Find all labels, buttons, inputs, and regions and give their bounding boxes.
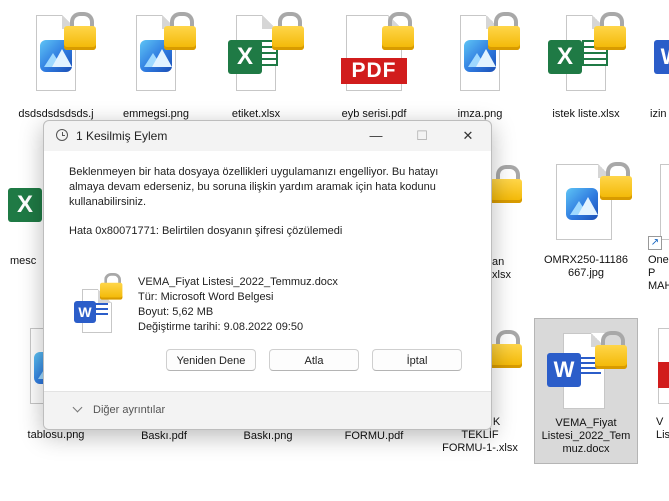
clock-icon bbox=[56, 129, 68, 141]
close-button[interactable]: ✕ bbox=[445, 121, 491, 151]
lock-icon bbox=[382, 12, 414, 50]
file-vema-fiyat-listesi[interactable]: W VEMA_Fiyat Listesi_2022_Tem muz.docx bbox=[534, 318, 638, 464]
pdf-icon bbox=[658, 362, 669, 388]
file-label: OMRX250-11186 667.jpg bbox=[544, 254, 628, 279]
error-message: Beklenmeyen bir hata dosyaya özellikleri… bbox=[69, 166, 439, 208]
lock-icon bbox=[595, 331, 627, 369]
skip-button[interactable]: Atla bbox=[269, 349, 359, 371]
file-istek-liste[interactable]: X istek liste.xlsx bbox=[538, 0, 634, 122]
file-dsdsdsdsdsds[interactable]: dsdsdsdsdsds.j bbox=[8, 0, 104, 122]
interrupted-action-dialog: 1 Kesilmiş Eylem — ☐ ✕ Beklenmeyen bir h… bbox=[43, 120, 492, 430]
file-mesc[interactable]: X mesc bbox=[0, 160, 42, 280]
file-omrx250[interactable]: OMRX250-11186 667.jpg bbox=[536, 160, 636, 290]
word-lines-icon bbox=[94, 303, 108, 317]
file-label: mesc bbox=[10, 255, 37, 267]
chevron-down-icon bbox=[72, 402, 83, 413]
excel-icon: X bbox=[8, 188, 42, 222]
file-label: One P MAH bbox=[648, 254, 669, 292]
file-eyb-serisi[interactable]: PDF eyb serisi.pdf bbox=[326, 0, 422, 122]
dialog-title: 1 Kesilmiş Eylem bbox=[76, 129, 168, 143]
word-icon: W bbox=[74, 301, 96, 323]
file-v-list[interactable]: V List bbox=[644, 320, 669, 470]
lock-icon bbox=[490, 330, 522, 368]
file-info: VEMA_Fiyat Listesi_2022_Temmuz.docx Tür:… bbox=[138, 275, 338, 335]
file-label: an xlsx bbox=[492, 256, 511, 280]
dialog-titlebar[interactable]: 1 Kesilmiş Eylem — ☐ ✕ bbox=[44, 121, 491, 151]
dialog-footer: Diğer ayrıntılar bbox=[44, 391, 491, 429]
cancel-button[interactable]: İptal bbox=[372, 349, 462, 371]
file-modified: Değiştirme tarihi: 9.08.2022 09:50 bbox=[138, 321, 304, 333]
file-size: Boyut: 5,62 MB bbox=[138, 306, 214, 318]
file-label: izin bbox=[650, 108, 667, 120]
excel-icon: X bbox=[548, 40, 582, 74]
file-izin[interactable]: W izin bbox=[644, 0, 669, 122]
lock-icon bbox=[600, 162, 632, 200]
lock-icon bbox=[272, 12, 304, 50]
pdf-icon: PDF bbox=[341, 58, 407, 84]
lock-icon bbox=[490, 165, 522, 203]
shortcut-arrow-icon: ↗ bbox=[648, 236, 662, 250]
file-label: Baskı.pdf bbox=[141, 430, 187, 442]
file-emmegsi[interactable]: emmegsi.png bbox=[108, 0, 204, 122]
excel-icon: X bbox=[228, 40, 262, 74]
file-label: FORMU.pdf bbox=[344, 430, 404, 442]
file-name: VEMA_Fiyat Listesi_2022_Temmuz.docx bbox=[138, 276, 338, 288]
word-icon: W bbox=[547, 353, 581, 387]
minimize-button[interactable]: — bbox=[353, 121, 399, 151]
lock-icon bbox=[64, 12, 96, 50]
file-etiket[interactable]: X etiket.xlsx bbox=[208, 0, 304, 122]
lock-icon bbox=[100, 273, 123, 300]
file-label: V List bbox=[656, 416, 669, 441]
maximize-button[interactable]: ☐ bbox=[399, 121, 445, 151]
file-imza[interactable]: imza.png bbox=[432, 0, 528, 122]
file-type: Tür: Microsoft Word Belgesi bbox=[138, 291, 274, 303]
error-code: Hata 0x80071771: Belirtilen dosyanın şif… bbox=[69, 225, 343, 237]
dialog-content: Beklenmeyen bir hata dosyaya özellikleri… bbox=[44, 151, 491, 391]
file-label: Baskı.png bbox=[243, 430, 293, 442]
retry-button[interactable]: Yeniden Dene bbox=[166, 349, 256, 371]
generic-file-icon bbox=[660, 164, 669, 240]
image-icon bbox=[566, 188, 598, 220]
file-label: VEMA_Fiyat Listesi_2022_Tem muz.docx bbox=[541, 417, 631, 455]
word-icon: W bbox=[654, 40, 669, 74]
file-one-shortcut[interactable]: ↗ One P MAH bbox=[644, 160, 669, 320]
file-label: istek liste.xlsx bbox=[552, 108, 620, 120]
word-file-icon: W bbox=[74, 273, 123, 339]
file-an-xlsx[interactable]: an xlsx bbox=[490, 160, 524, 280]
lock-icon bbox=[594, 12, 626, 50]
lock-icon bbox=[164, 12, 196, 50]
lock-icon bbox=[488, 12, 520, 50]
more-details-toggle[interactable]: Diğer ayrıntılar bbox=[93, 404, 165, 416]
